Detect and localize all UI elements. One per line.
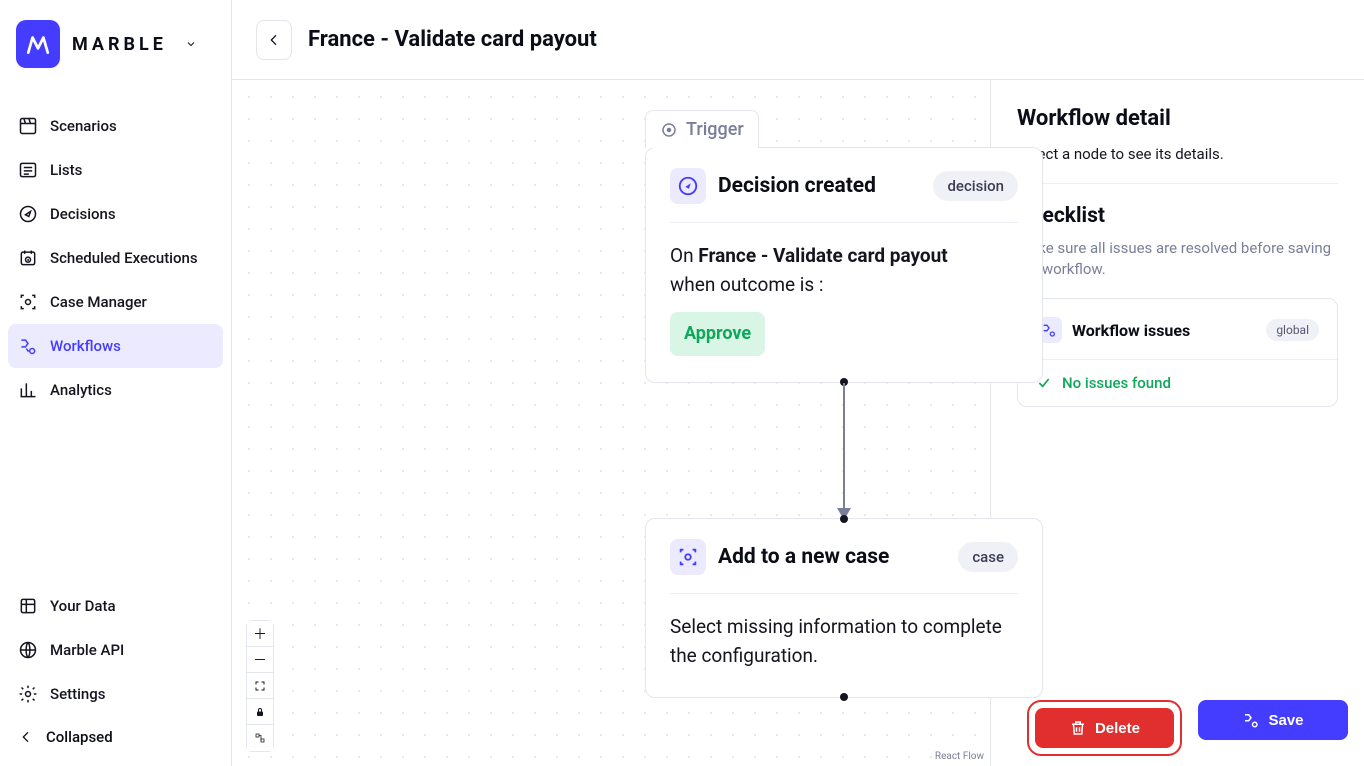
clapperboard-icon: [18, 116, 38, 136]
sidebar-item-analytics[interactable]: Analytics: [8, 368, 223, 412]
zoom-out-button[interactable]: －: [247, 647, 273, 673]
delete-button-highlight: Delete: [1027, 700, 1182, 756]
delete-button[interactable]: Delete: [1035, 708, 1174, 748]
body-line2: when outcome is :: [670, 273, 824, 296]
nav-label: Decisions: [50, 205, 116, 223]
trigger-label: Trigger: [686, 119, 744, 140]
compass-icon: [18, 204, 38, 224]
issues-card: Workflow issues global No issues found: [1017, 298, 1338, 407]
chevron-left-icon: [266, 32, 282, 48]
checklist-help: Make sure all issues are resolved before…: [1017, 238, 1338, 280]
node-header: Add to a new case case: [670, 539, 1018, 594]
topbar: France - Validate card payout: [232, 0, 1364, 80]
delete-label: Delete: [1095, 720, 1140, 737]
nav-label: Analytics: [50, 381, 112, 399]
issues-status-text: No issues found: [1062, 374, 1171, 392]
sidebar-item-scenarios[interactable]: Scenarios: [8, 104, 223, 148]
node-port-out[interactable]: [840, 693, 848, 701]
database-icon: [18, 596, 38, 616]
node-title: Decision created: [718, 174, 876, 198]
nav-label: Settings: [50, 685, 106, 703]
sidebar-item-settings[interactable]: Settings: [8, 672, 223, 716]
brand-menu-caret[interactable]: [185, 35, 197, 54]
issues-status-ok: No issues found: [1036, 374, 1319, 392]
gear-icon: [18, 684, 38, 704]
nav-label: Scheduled Executions: [50, 249, 198, 267]
sidebar: MARBLE Scenarios Lists Decisions Schedul…: [0, 0, 232, 766]
nav-label: Case Manager: [50, 293, 147, 311]
canvas-controls: ＋ －: [246, 620, 274, 752]
nav-label: Lists: [50, 161, 82, 179]
flow-edge: [843, 383, 845, 518]
outcome-pill-approve: Approve: [670, 312, 765, 356]
brand-wordmark: MARBLE: [72, 34, 167, 55]
canvas-attribution: React Flow: [935, 751, 984, 762]
sidebar-item-decisions[interactable]: Decisions: [8, 192, 223, 236]
brand-logo: [16, 20, 60, 68]
bar-chart-icon: [18, 380, 38, 400]
save-label: Save: [1268, 712, 1303, 729]
save-button[interactable]: Save: [1198, 700, 1348, 740]
nav-primary: Scenarios Lists Decisions Scheduled Exec…: [8, 104, 223, 412]
main: France - Validate card payout Trigger: [232, 0, 1364, 766]
zoom-in-button[interactable]: ＋: [247, 621, 273, 647]
fit-view-button[interactable]: [247, 673, 273, 699]
scan-icon: [670, 539, 706, 575]
trigger-tab[interactable]: Trigger: [645, 110, 759, 148]
page-title: France - Validate card payout: [308, 27, 597, 52]
node-title: Add to a new case: [718, 545, 889, 569]
nav-label: Your Data: [50, 597, 116, 615]
brand-row: MARBLE: [8, 16, 223, 84]
body-scenario: France - Validate card payout: [698, 244, 947, 267]
back-button[interactable]: [256, 20, 292, 60]
sidebar-item-your-data[interactable]: Your Data: [8, 584, 223, 628]
body-prefix: On: [670, 244, 698, 267]
node-port-in[interactable]: [840, 515, 848, 523]
nav-label: Marble API: [50, 641, 124, 659]
node-tag: decision: [933, 171, 1018, 201]
sidebar-item-lists[interactable]: Lists: [8, 148, 223, 192]
trash-icon: [1069, 719, 1087, 737]
node-body: On France - Validate card payout when ou…: [670, 241, 1018, 356]
collapse-label: Collapsed: [46, 728, 113, 746]
chevron-left-icon: [18, 729, 34, 745]
workflow-icon: [1242, 711, 1260, 729]
sidebar-item-workflows[interactable]: Workflows: [8, 324, 223, 368]
nav-secondary: Your Data Marble API Settings Collapsed: [8, 584, 223, 758]
issues-title: Workflow issues: [1072, 321, 1190, 340]
workflow-icon: [18, 336, 38, 356]
scan-icon: [18, 292, 38, 312]
lock-button[interactable]: [247, 699, 273, 725]
sidebar-item-api[interactable]: Marble API: [8, 628, 223, 672]
node-add-to-case[interactable]: Add to a new case case Select missing in…: [645, 518, 1043, 698]
detail-panel: Workflow detail Select a node to see its…: [990, 80, 1364, 766]
node-tag: case: [958, 542, 1018, 572]
checklist-title: Checklist: [1017, 204, 1338, 228]
flow-nodes: Trigger Decision created decision On Fra…: [645, 110, 1043, 698]
issues-scope-tag: global: [1266, 319, 1319, 341]
calendar-clock-icon: [18, 248, 38, 268]
sidebar-collapse-toggle[interactable]: Collapsed: [8, 716, 223, 758]
workflow-actions: Delete Save: [1027, 700, 1348, 756]
divider: [1018, 359, 1337, 360]
flow-canvas[interactable]: Trigger Decision created decision On Fra…: [232, 80, 990, 766]
sidebar-item-case-manager[interactable]: Case Manager: [8, 280, 223, 324]
list-icon: [18, 160, 38, 180]
body: Trigger Decision created decision On Fra…: [232, 80, 1364, 766]
minimap-button[interactable]: [247, 725, 273, 751]
nav-label: Workflows: [50, 337, 121, 355]
node-body: Select missing information to complete t…: [670, 612, 1018, 671]
node-header: Decision created decision: [670, 168, 1018, 223]
panel-help: Select a node to see its details.: [1017, 145, 1338, 184]
globe-icon: [18, 640, 38, 660]
target-icon: [660, 121, 678, 139]
node-decision-created[interactable]: Decision created decision On France - Va…: [645, 147, 1043, 383]
compass-icon: [670, 168, 706, 204]
panel-title: Workflow detail: [1017, 106, 1338, 131]
sidebar-item-scheduled[interactable]: Scheduled Executions: [8, 236, 223, 280]
nav-label: Scenarios: [50, 117, 117, 135]
